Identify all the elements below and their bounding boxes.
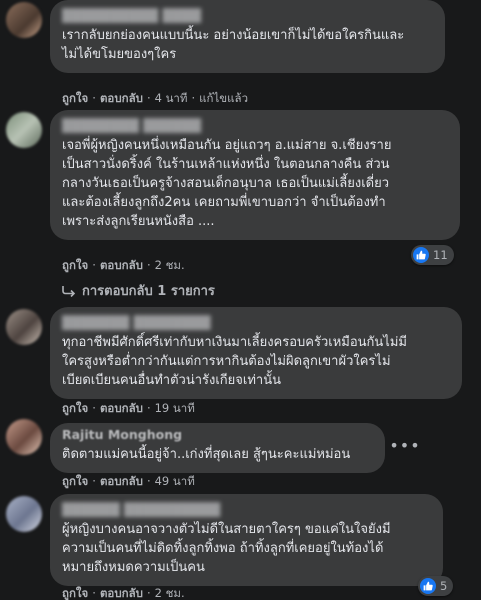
comment-meta: ถูกใจ · ตอบกลับ · 19 นาที [62,401,195,415]
comment-meta: ถูกใจ · ตอบกลับ · 4 นาที · แก้ไขแล้ว [62,91,249,105]
view-replies-label: การตอบกลับ 1 รายการ [82,284,215,299]
reply-link[interactable]: ตอบกลับ [100,258,143,272]
comment-author[interactable]: Rajitu Monghong [62,427,373,443]
reaction-count[interactable]: 11 [411,245,454,265]
comment-author[interactable]: ████████ ██████ [62,118,448,134]
more-options-icon[interactable]: ••• [389,432,419,458]
like-link[interactable]: ถูกใจ [62,474,88,488]
avatar[interactable] [6,309,42,345]
comment-bubble: ███████ ████████ ทุกอาชีพมีศักดิ์ศรีเท่า… [50,307,462,399]
reply-link[interactable]: ตอบกลับ [100,586,143,600]
comment-bubble: ██████ ██████████ ผู้หญิงบางคนอาจวางตัวไ… [50,494,443,586]
comment-author[interactable]: ██████████ ████ [62,8,433,24]
avatar[interactable] [6,496,42,532]
comment-text: ทุกอาชีพมีศักดิ์ศรีเท่ากับหาเงินมาเลี้ยง… [62,335,407,388]
reaction-count-value: 5 [440,579,448,593]
like-link[interactable]: ถูกใจ [62,586,88,600]
comment-author[interactable]: ███████ ████████ [62,315,450,331]
reaction-count[interactable]: 5 [418,576,454,596]
comment-time[interactable]: 49 นาที [155,474,195,488]
comment-author[interactable]: ██████ ██████████ [62,502,431,518]
avatar[interactable] [6,2,42,38]
view-replies-link[interactable]: การตอบกลับ 1 รายการ [62,280,215,301]
avatar[interactable] [6,112,42,148]
thumbs-up-icon [420,578,436,594]
like-link[interactable]: ถูกใจ [62,91,88,105]
avatar[interactable] [6,419,42,455]
comment-bubble: ████████ ██████ เจอพี่ผู้หญิงคนหนึ่งเหมื… [50,110,460,240]
comment-time[interactable]: 2 ชม. [155,258,185,272]
comment-meta: ถูกใจ · ตอบกลับ · 49 นาที [62,474,195,488]
comment-text: ติดตามแม่คนนี้อยู่จ้า..เก่งที่สุดเลย สู้… [62,447,351,462]
comment-bubble: Rajitu Monghong ติดตามแม่คนนี้อยู่จ้า..เ… [50,423,385,473]
reaction-count-value: 11 [433,248,448,262]
comment-bubble: ██████████ ████ เรากลับยกย่องคนแบบนี้นะ … [50,0,445,73]
like-link[interactable]: ถูกใจ [62,258,88,272]
comment-text: ผู้หญิงบางคนอาจวางตัวไม่ดีในสายตาใครๆ ขอ… [62,522,391,575]
reply-arrow-icon [62,285,76,297]
comment-meta: ถูกใจ · ตอบกลับ · 2 ชม. [62,586,185,600]
comment-text: เจอพี่ผู้หญิงคนหนึ่งเหมือนกัน อยู่แถวๆ อ… [62,138,392,229]
comment-text: เรากลับยกย่องคนแบบนี้นะ อย่างน้อยเขาก็ไม… [62,28,405,62]
comment-time[interactable]: 4 นาที [155,91,188,105]
reply-link[interactable]: ตอบกลับ [100,91,143,105]
edited-label: แก้ไขแล้ว [199,91,249,105]
comment-meta: ถูกใจ · ตอบกลับ · 2 ชม. [62,258,185,272]
like-link[interactable]: ถูกใจ [62,401,88,415]
reply-link[interactable]: ตอบกลับ [100,474,143,488]
comment-time[interactable]: 2 ชม. [155,586,185,600]
reply-link[interactable]: ตอบกลับ [100,401,143,415]
comment-time[interactable]: 19 นาที [155,401,195,415]
thumbs-up-icon [413,247,429,263]
